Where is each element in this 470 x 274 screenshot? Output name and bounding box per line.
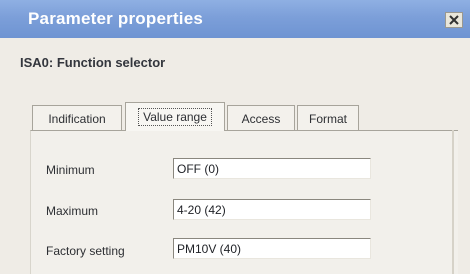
tab-label: Format — [308, 111, 347, 126]
window-title: Parameter properties — [28, 9, 204, 28]
title-bar[interactable]: Parameter properties — [0, 0, 470, 38]
close-icon — [449, 15, 459, 25]
tab-value-range[interactable]: Value range — [125, 102, 225, 131]
maximum-field[interactable] — [173, 199, 371, 220]
minimum-field[interactable] — [173, 158, 371, 179]
factory-setting-label: Factory setting — [46, 244, 125, 258]
tab-format[interactable]: Format — [297, 105, 359, 131]
factory-setting-field[interactable] — [173, 238, 371, 259]
tab-access[interactable]: Access — [227, 105, 295, 131]
minimum-label: Minimum — [46, 163, 95, 177]
close-button[interactable] — [445, 12, 463, 28]
parameter-subtitle: ISA0: Function selector — [20, 55, 166, 70]
tab-indification[interactable]: Indification — [32, 105, 122, 131]
tab-label: Indification — [48, 111, 106, 126]
dialog-body: ISA0: Function selector Indification Val… — [0, 38, 470, 274]
maximum-label: Maximum — [46, 204, 99, 218]
panel-divider — [452, 130, 454, 274]
tab-label: Value range — [138, 108, 212, 126]
parameter-properties-dialog: Parameter properties ISA0: Function sele… — [0, 0, 470, 274]
tab-label: Access — [241, 111, 281, 126]
